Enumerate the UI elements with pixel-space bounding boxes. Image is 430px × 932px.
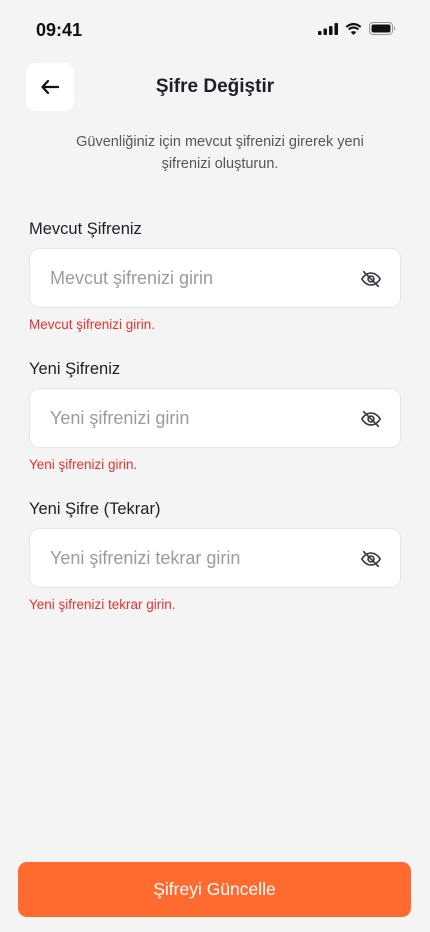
update-password-button[interactable]: Şifreyi Güncelle [18, 862, 411, 917]
page-title: Şifre Değiştir [155, 76, 275, 97]
confirm-password-label: Yeni Şifre (Tekrar) [29, 500, 161, 518]
wifi-icon [345, 22, 362, 35]
page-subtitle: Güvenliğiniz için mevcut şifrenizi girer… [76, 134, 364, 172]
new-password-label: Yeni Şifreniz [29, 360, 121, 378]
signal-icon [318, 22, 338, 35]
current-password-error: Mevcut şifrenizi girin. [29, 317, 156, 332]
new-password-error: Yeni şifrenizi girin. [29, 457, 138, 472]
current-password-input[interactable] [50, 249, 350, 307]
confirm-password-error: Yeni şifrenizi tekrar girin. [29, 597, 176, 612]
eye-off-icon[interactable] [360, 268, 382, 290]
status-bar: 09:41 [0, 0, 430, 58]
eye-off-icon[interactable] [360, 408, 382, 430]
new-password-input[interactable] [50, 389, 350, 447]
status-time: 09:41 [36, 20, 83, 40]
confirm-password-input[interactable] [50, 529, 350, 587]
battery-icon [369, 22, 396, 35]
eye-off-icon[interactable] [360, 548, 382, 570]
current-password-label: Mevcut Şifreniz [29, 220, 142, 238]
confirm-password-field [29, 528, 401, 588]
new-password-field [29, 388, 401, 448]
current-password-field [29, 248, 401, 308]
status-icons [318, 22, 396, 35]
